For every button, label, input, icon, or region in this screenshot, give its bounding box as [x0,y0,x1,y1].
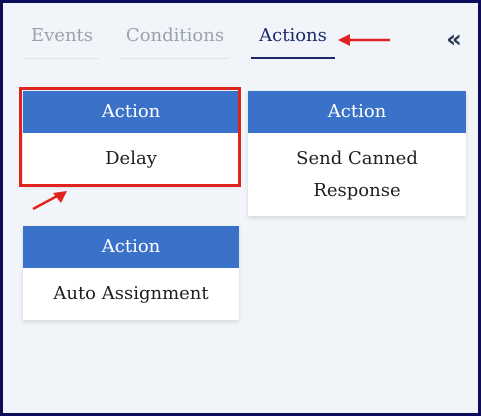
action-card-delay[interactable]: Action Delay [23,91,239,185]
collapse-panel-icon[interactable]: « [442,26,466,52]
action-card-auto-assignment[interactable]: Action Auto Assignment [23,226,239,320]
card-title: Send Canned Response [296,148,418,201]
card-header: Action [248,91,466,133]
card-header: Action [23,226,239,268]
tab-events[interactable]: Events [25,23,99,59]
actions-panel: Events Conditions Actions « Action Delay… [0,0,481,416]
card-title: Auto Assignment [53,283,209,304]
card-title: Delay [105,148,157,169]
tab-actions[interactable]: Actions [251,23,335,59]
arrow-annotation-icon [32,191,67,211]
action-card-send-canned-response[interactable]: Action Send Canned Response [248,91,466,216]
tab-conditions[interactable]: Conditions [121,23,229,59]
card-header: Action [23,91,239,133]
arrow-annotation-icon [338,34,390,46]
